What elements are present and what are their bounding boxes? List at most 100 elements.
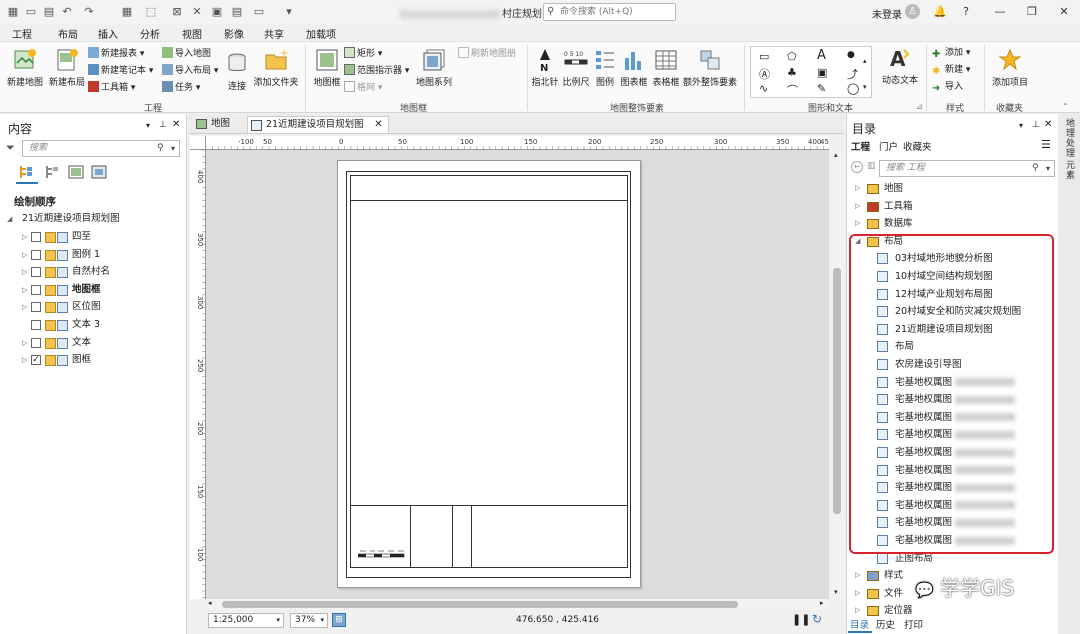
line-icon[interactable]: ⤴ xyxy=(847,66,858,82)
expand-icon[interactable]: ▷ xyxy=(22,351,27,369)
toolbox-button[interactable]: 工具箱 ▾ xyxy=(88,81,135,94)
scale-combobox[interactable]: 1:25,000 ▾ xyxy=(208,613,284,628)
refresh-map-series-button[interactable]: 刷新地图册 xyxy=(458,47,516,60)
add-style-button[interactable]: ✚ 添加 ▾ xyxy=(932,47,970,60)
catalog-tab-project[interactable]: 工程 xyxy=(851,139,870,153)
paste-icon[interactable]: ▤ xyxy=(230,5,244,18)
legend-button[interactable]: 图例 xyxy=(592,48,618,89)
visibility-checkbox[interactable] xyxy=(31,249,41,260)
tab-analysis[interactable]: 分析 xyxy=(140,26,160,41)
table-frame-button[interactable]: 表格框 xyxy=(650,48,682,89)
expand-icon[interactable]: ▷ xyxy=(22,298,27,316)
vertical-scrollbar[interactable]: ▴ ▾ xyxy=(831,150,843,599)
expand-icon[interactable]: ▷ xyxy=(855,567,860,584)
expand-icon[interactable]: ▷ xyxy=(22,263,27,281)
side-tab-geoprocessing[interactable]: 地理处理 xyxy=(1063,118,1076,158)
new-map-button[interactable]: 新建地图 xyxy=(4,48,46,89)
import-layout-button[interactable]: 导入布局 ▾ xyxy=(162,64,218,77)
catalog-search-input[interactable]: 搜索 工程 ⚲ ▾ xyxy=(879,160,1055,177)
bottom-tab-print[interactable]: 打印 xyxy=(904,617,923,631)
tab-layout-view[interactable]: 21近期建设项目规划图 ✕ xyxy=(247,116,389,133)
menu-icon[interactable]: ☰ xyxy=(1041,138,1051,151)
gallery-scroll-up-icon[interactable]: ▴ xyxy=(863,57,867,65)
fixed-zoom-icon[interactable]: ⊞ xyxy=(332,613,346,627)
add-folder-button[interactable]: + 添加文件夹 xyxy=(252,48,300,89)
graphics-gallery[interactable]: ▭ ⬠ A ● Ⓐ ♣ ▣ ⤴ ∿ ⌒ ✎ ◯ ▴ ▾ xyxy=(750,46,872,98)
ellipse-icon[interactable]: ◯ xyxy=(847,82,859,95)
drawing-order-icon[interactable] xyxy=(18,164,34,180)
chart-frame-button[interactable]: 图表框 xyxy=(618,48,650,89)
visibility-checkbox[interactable] xyxy=(31,337,41,348)
forward-icon[interactable]: ▥ xyxy=(867,161,876,171)
map-series-button[interactable]: 地图系列 xyxy=(412,48,456,89)
horizontal-scrollbar[interactable]: ◂ ▸ xyxy=(206,599,829,610)
freehand-icon[interactable]: ✎ xyxy=(817,82,826,95)
scroll-up-icon[interactable]: ▴ xyxy=(834,151,838,159)
select-icon[interactable]: ⬚ xyxy=(144,5,158,18)
expand-icon[interactable]: ▷ xyxy=(22,228,27,246)
tab-addins[interactable]: 加载项 xyxy=(306,26,336,41)
snapping-icon[interactable] xyxy=(91,164,107,180)
new-layout-button[interactable]: 新建布局 xyxy=(46,48,88,89)
scroll-right-icon[interactable]: ▸ xyxy=(820,599,824,607)
panel-options-icon[interactable]: ▾ xyxy=(1019,121,1023,130)
notification-icon[interactable]: 🔔 xyxy=(932,4,948,20)
expand-icon[interactable]: ▷ xyxy=(22,334,27,352)
bottom-tab-catalog[interactable]: 目录 xyxy=(850,617,869,631)
expand-icon[interactable]: ▷ xyxy=(22,281,27,299)
dynamic-text-button[interactable]: A 动态文本 xyxy=(876,46,924,87)
search-options-icon[interactable]: ▾ xyxy=(171,141,175,156)
search-options-icon[interactable]: ▾ xyxy=(1046,161,1050,176)
open-project-icon[interactable]: ▤ xyxy=(42,5,56,18)
measure-icon[interactable]: ▭ xyxy=(252,5,266,18)
new-report-button[interactable]: 新建报表 ▾ xyxy=(88,47,144,60)
visibility-checkbox[interactable] xyxy=(31,284,41,295)
text-shape-icon[interactable]: A xyxy=(817,48,826,63)
delete-icon[interactable]: ✕ xyxy=(190,5,204,18)
map-frame-border[interactable] xyxy=(346,171,631,578)
tab-project[interactable]: 工程 xyxy=(12,26,32,41)
polygon-shape-icon[interactable]: ⬠ xyxy=(787,50,797,63)
catalog-tab-favorites[interactable]: 收藏夹 xyxy=(903,139,932,153)
contents-search-input[interactable]: 搜索 ⚲ ▾ xyxy=(22,140,180,157)
restore-icon[interactable]: ❐ xyxy=(1024,4,1040,20)
tab-imagery[interactable]: 影像 xyxy=(224,26,244,41)
expand-icon[interactable]: ▷ xyxy=(855,180,860,197)
scale-bar-button[interactable]: 0 5 10 比例尺 xyxy=(560,48,592,89)
curve-icon[interactable]: ∿ xyxy=(759,82,768,95)
connect-button[interactable]: 连接 xyxy=(222,52,252,93)
command-search-input[interactable]: ⚲ 命令搜索 (Alt+Q) xyxy=(543,3,676,21)
vertical-scroll-thumb[interactable] xyxy=(833,268,841,514)
scroll-left-icon[interactable]: ◂ xyxy=(208,599,212,607)
visibility-checkbox[interactable]: ✓ xyxy=(31,355,41,366)
help-icon[interactable]: ? xyxy=(958,4,974,20)
path-text-icon[interactable]: ⌒ xyxy=(787,82,798,98)
extent-indicator-button[interactable]: 范围指示器 ▾ xyxy=(344,64,409,77)
visibility-checkbox[interactable] xyxy=(31,302,41,313)
avatar-icon[interactable]: ♙ xyxy=(905,4,920,19)
graticule-button[interactable]: 格网 ▾ xyxy=(344,81,382,94)
minimize-icon[interactable]: — xyxy=(992,4,1008,20)
tab-share[interactable]: 共享 xyxy=(264,26,284,41)
rectangle-shape-icon[interactable]: ▭ xyxy=(759,50,769,63)
map-frames-icon[interactable] xyxy=(68,164,84,180)
map-frame-button[interactable]: 地图框 xyxy=(310,48,344,89)
marker-icon[interactable]: ♣ xyxy=(787,66,797,79)
scroll-down-icon[interactable]: ▾ xyxy=(834,588,838,596)
panel-options-icon[interactable]: ▾ xyxy=(146,121,150,130)
gallery-more-icon[interactable]: ▾ xyxy=(863,83,867,91)
north-arrow-button[interactable]: N 指北针 xyxy=(530,48,560,89)
filter-icon[interactable]: ⏷ xyxy=(6,141,15,155)
new-notebook-button[interactable]: 新建笔记本 ▾ xyxy=(88,64,153,77)
catalog-tab-portal[interactable]: 门户 xyxy=(879,139,898,153)
expand-icon[interactable]: ▷ xyxy=(855,215,860,232)
collapse-ribbon-icon[interactable]: ⌃ xyxy=(1062,102,1069,111)
collapse-icon[interactable]: ◢ xyxy=(7,210,12,228)
new-style-button[interactable]: ✱ 新建 ▾ xyxy=(932,64,970,77)
add-item-button[interactable]: 添加项目 xyxy=(988,48,1032,89)
tab-insert[interactable]: 插入 xyxy=(95,26,121,44)
expand-icon[interactable]: ▷ xyxy=(855,585,860,602)
table-icon[interactable]: ▦ xyxy=(120,5,134,18)
pin-icon[interactable]: ⊥ xyxy=(1032,120,1040,130)
customize-icon[interactable]: ▾ xyxy=(282,5,296,18)
